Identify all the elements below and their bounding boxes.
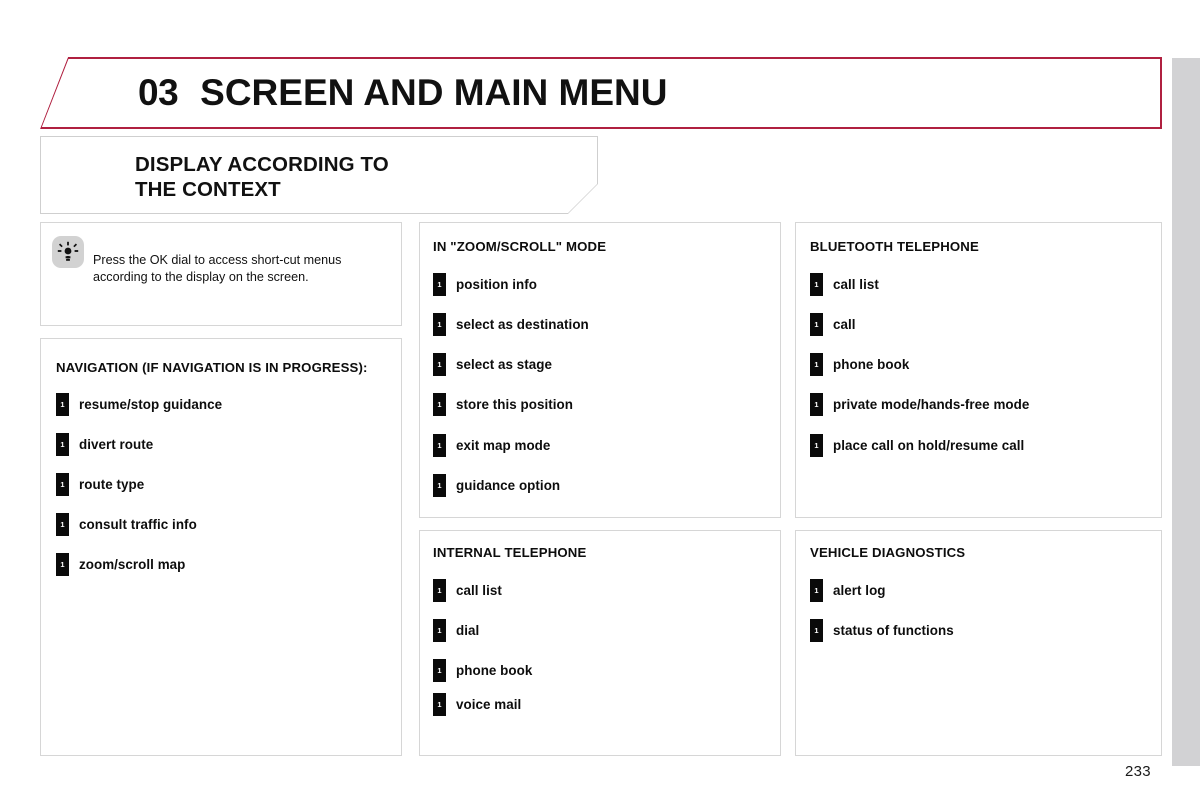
- list-item-label: select as destination: [456, 317, 589, 332]
- list-marker: 1: [433, 313, 446, 336]
- list-marker: 1: [433, 619, 446, 642]
- list-item[interactable]: 1 position info: [433, 273, 537, 296]
- list-marker: 1: [56, 513, 69, 536]
- page-edge-shadow: [1172, 58, 1200, 766]
- list-item[interactable]: 1 voice mail: [433, 693, 521, 716]
- list-item-label: position info: [456, 277, 537, 292]
- list-item[interactable]: 1 divert route: [56, 433, 153, 456]
- panel-vehicle-diagnostics: VEHICLE DIAGNOSTICS 1 alert log 1 status…: [795, 530, 1162, 756]
- list-marker: 1: [56, 433, 69, 456]
- list-item[interactable]: 1 status of functions: [810, 619, 954, 642]
- list-marker: 1: [810, 619, 823, 642]
- list-item[interactable]: 1 select as stage: [433, 353, 552, 376]
- page-number: 233: [1125, 763, 1151, 780]
- list-item[interactable]: 1 guidance option: [433, 474, 560, 497]
- panel-title-vehicle-diagnostics: VEHICLE DIAGNOSTICS: [810, 545, 966, 560]
- list-item[interactable]: 1 zoom/scroll map: [56, 553, 185, 576]
- list-marker: 1: [810, 434, 823, 457]
- panel-title-internal-telephone: INTERNAL TELEPHONE: [433, 545, 587, 560]
- list-item[interactable]: 1 private mode/hands-free mode: [810, 393, 1029, 416]
- page-title: SCREEN AND MAIN MENU: [200, 72, 668, 113]
- list-item[interactable]: 1 select as destination: [433, 313, 589, 336]
- list-item[interactable]: 1 exit map mode: [433, 434, 550, 457]
- panel-title-navigation: NAVIGATION (IF NAVIGATION IS IN PROGRESS…: [56, 360, 368, 375]
- chapter-number: 03: [138, 72, 179, 113]
- panel-zoom-scroll-mode: IN "ZOOM/SCROLL" MODE 1 position info 1 …: [419, 222, 781, 518]
- list-item-label: store this position: [456, 397, 574, 412]
- panel-navigation: NAVIGATION (IF NAVIGATION IS IN PROGRESS…: [40, 338, 402, 756]
- panel-bluetooth-telephone: BLUETOOTH TELEPHONE 1 call list 1 call 1…: [795, 222, 1162, 518]
- section-subtitle-banner: DISPLAY ACCORDING TO THE CONTEXT: [40, 136, 598, 214]
- list-item-label: call list: [456, 583, 502, 598]
- section-subtitle-text: DISPLAY ACCORDING TO THE CONTEXT: [135, 153, 389, 201]
- list-item-label: call list: [833, 277, 879, 292]
- list-item-label: private mode/hands-free mode: [833, 397, 1030, 412]
- list-marker: 1: [433, 393, 446, 416]
- list-item[interactable]: 1 call: [810, 313, 856, 336]
- list-item-label: place call on hold/resume call: [833, 438, 1025, 453]
- list-item-label: status of functions: [833, 623, 954, 638]
- list-item[interactable]: 1 phone book: [810, 353, 909, 376]
- list-item[interactable]: 1 resume/stop guidance: [56, 393, 222, 416]
- list-marker: 1: [433, 353, 446, 376]
- list-item[interactable]: 1 call list: [433, 579, 502, 602]
- list-item[interactable]: 1 alert log: [810, 579, 886, 602]
- list-marker: 1: [433, 659, 446, 682]
- list-marker: 1: [433, 474, 446, 497]
- list-marker: 1: [433, 693, 446, 716]
- list-marker: 1: [433, 579, 446, 602]
- list-marker: 1: [810, 579, 823, 602]
- list-item[interactable]: 1 route type: [56, 473, 144, 496]
- list-item-label: resume/stop guidance: [79, 397, 223, 412]
- list-item-label: voice mail: [456, 697, 522, 712]
- chapter-title-row: 03 SCREEN AND MAIN MENU: [138, 57, 667, 129]
- list-marker: 1: [810, 353, 823, 376]
- list-item-label: exit map mode: [456, 438, 551, 453]
- list-marker: 1: [56, 393, 69, 416]
- list-item-label: phone book: [833, 357, 910, 372]
- tip-bulb-icon: [52, 236, 84, 268]
- list-item-label: call: [833, 317, 856, 332]
- list-item-label: guidance option: [456, 478, 561, 493]
- list-item[interactable]: 1 call list: [810, 273, 879, 296]
- list-item-label: divert route: [79, 437, 154, 452]
- list-item-label: zoom/scroll map: [79, 557, 186, 572]
- tip-panel: Press the OK dial to access short-cut me…: [40, 222, 402, 326]
- list-marker: 1: [433, 273, 446, 296]
- list-item-label: phone book: [456, 663, 533, 678]
- chapter-header: 03 SCREEN AND MAIN MENU: [40, 57, 1162, 129]
- list-item[interactable]: 1 dial: [433, 619, 479, 642]
- list-marker: 1: [810, 393, 823, 416]
- list-item-label: route type: [79, 477, 145, 492]
- tip-text: Press the OK dial to access short-cut me…: [93, 253, 342, 284]
- list-item-label: dial: [456, 623, 480, 638]
- list-item-label: alert log: [833, 583, 886, 598]
- list-marker: 1: [810, 273, 823, 296]
- list-item-label: consult traffic info: [79, 517, 197, 532]
- panel-title-bluetooth-telephone: BLUETOOTH TELEPHONE: [810, 239, 979, 254]
- list-marker: 1: [56, 553, 69, 576]
- list-item[interactable]: 1 consult traffic info: [56, 513, 197, 536]
- list-marker: 1: [810, 313, 823, 336]
- panel-title-zoom-scroll-mode: IN "ZOOM/SCROLL" MODE: [433, 239, 607, 254]
- list-item[interactable]: 1 phone book: [433, 659, 532, 682]
- list-marker: 1: [56, 473, 69, 496]
- list-item[interactable]: 1 place call on hold/resume call: [810, 434, 1024, 457]
- list-item-label: select as stage: [456, 357, 553, 372]
- list-item[interactable]: 1 store this position: [433, 393, 573, 416]
- panel-internal-telephone: INTERNAL TELEPHONE 1 call list 1 dial 1 …: [419, 530, 781, 756]
- list-marker: 1: [433, 434, 446, 457]
